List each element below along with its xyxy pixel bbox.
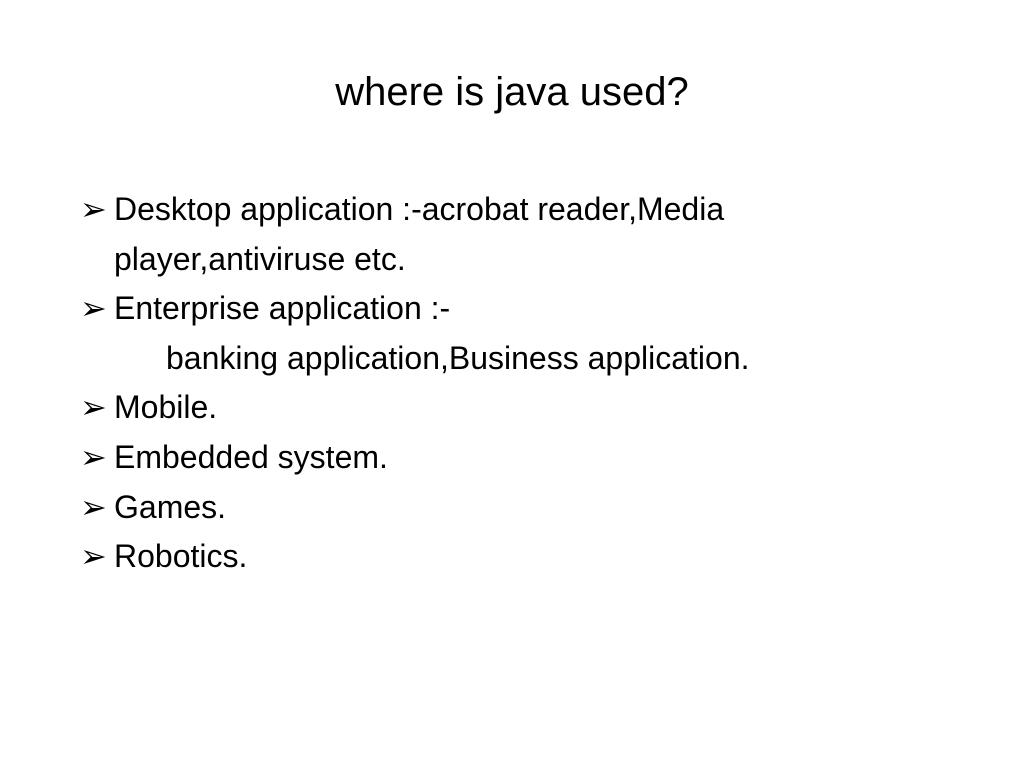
list-item-text: Desktop application :-acrobat reader,Med… [114,185,944,284]
list-item: ➢ Robotics. [80,532,944,582]
list-item-text: Mobile. [114,383,944,433]
bullet-icon: ➢ [80,383,114,433]
list-item-text: Games. [114,483,944,533]
bullet-icon: ➢ [80,483,114,533]
slide-title: where is java used? [80,70,944,115]
list-item: ➢ Enterprise application :- [80,284,944,334]
list-item-text: Enterprise application :- [114,284,944,334]
bullet-icon: ➢ [80,284,114,334]
list-item: ➢ Mobile. [80,383,944,433]
list-item-subtext: banking application,Business application… [80,334,944,384]
list-item-text: Robotics. [114,532,944,582]
list-item-text: Embedded system. [114,433,944,483]
list-item: ➢ Games. [80,483,944,533]
list-item: ➢ Desktop application :-acrobat reader,M… [80,185,944,284]
bullet-icon: ➢ [80,532,114,582]
bullet-icon: ➢ [80,185,114,235]
slide-content: ➢ Desktop application :-acrobat reader,M… [80,185,944,582]
list-item: ➢ Embedded system. [80,433,944,483]
bullet-icon: ➢ [80,433,114,483]
